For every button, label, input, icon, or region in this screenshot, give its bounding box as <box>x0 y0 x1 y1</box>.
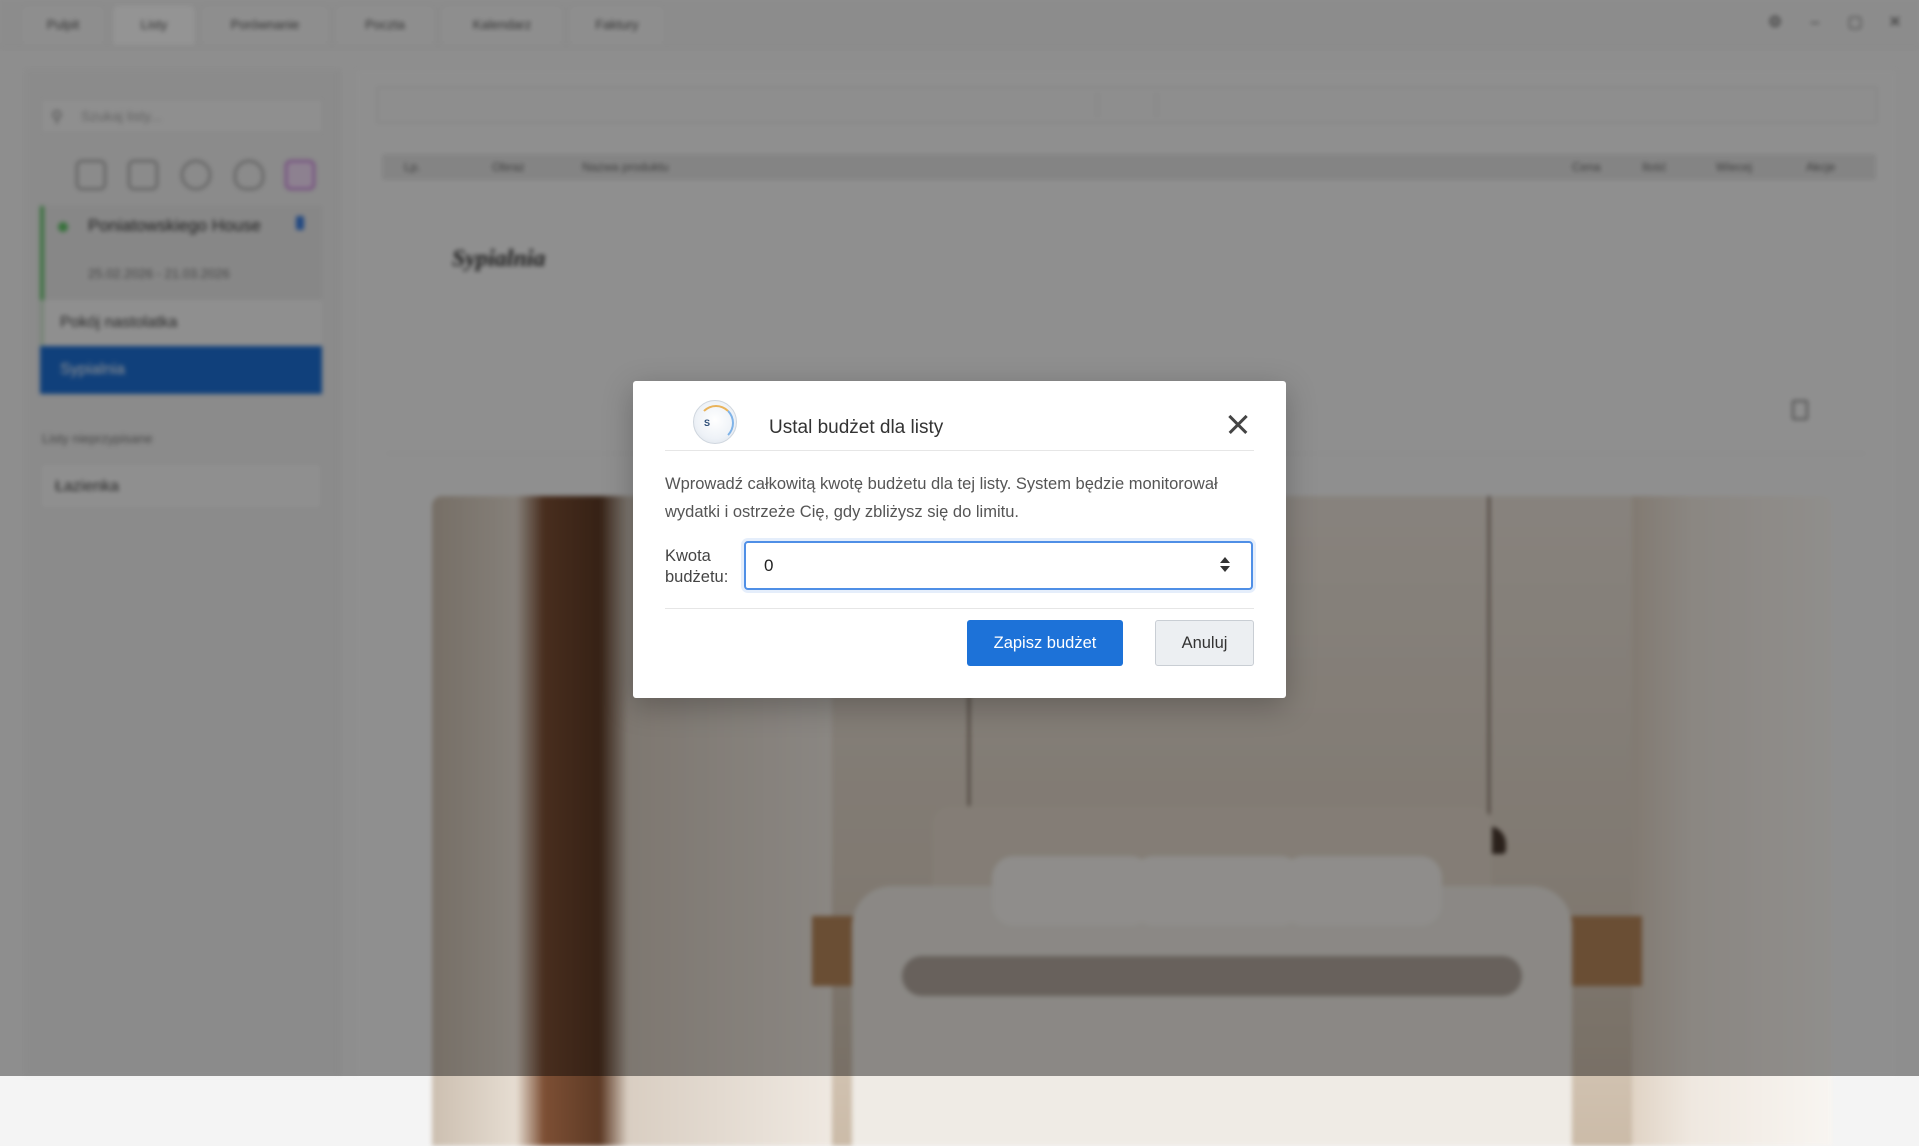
number-spinner[interactable] <box>1216 552 1234 578</box>
cancel-button[interactable]: Anuluj <box>1155 620 1254 666</box>
spin-up-icon[interactable] <box>1220 557 1230 563</box>
app-logo: S <box>693 400 737 444</box>
budget-modal: S Ustal budżet dla listy Wprowadź całkow… <box>633 381 1286 698</box>
save-budget-button[interactable]: Zapisz budżet <box>967 620 1123 666</box>
modal-description: Wprowadź całkowitą kwotę budżetu dla tej… <box>665 475 1218 521</box>
modal-header-divider <box>665 450 1254 451</box>
budget-amount-input[interactable] <box>744 541 1253 590</box>
budget-field-label: Kwota budżetu: <box>665 547 729 586</box>
modal-footer-divider <box>665 608 1254 609</box>
spin-down-icon[interactable] <box>1220 566 1230 572</box>
logo-mark: S <box>704 418 711 428</box>
modal-title: Ustal budżet dla listy <box>769 417 944 438</box>
close-icon[interactable] <box>1223 409 1253 439</box>
